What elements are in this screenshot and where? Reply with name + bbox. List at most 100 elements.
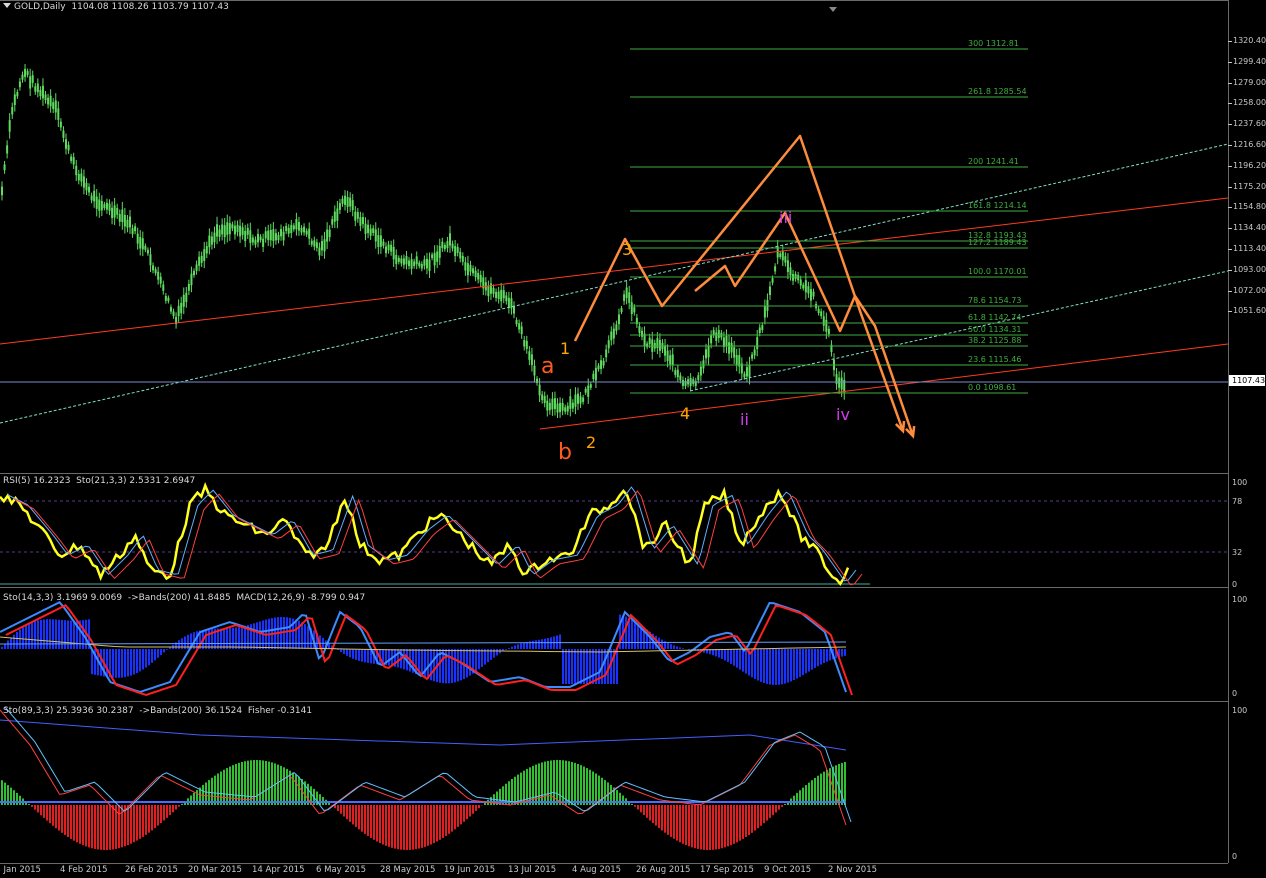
candle-body <box>617 314 620 325</box>
price-tick-mark <box>1228 311 1232 313</box>
indicator-tick-label: 0 <box>1232 580 1238 589</box>
price-tick-label: 1320.40 <box>1233 36 1266 45</box>
candle-body <box>707 345 710 358</box>
candle-body <box>620 308 623 312</box>
upper-trendline <box>0 197 1228 345</box>
indicator-tick-label: 0 <box>1232 852 1238 861</box>
candle-body <box>203 249 206 261</box>
symbol-name: GOLD,Daily <box>14 2 66 12</box>
wave-label: b <box>558 440 572 465</box>
candle-body <box>167 297 170 302</box>
lower-trendline <box>539 343 1228 430</box>
candle-body <box>822 316 825 326</box>
candle-body <box>149 254 152 266</box>
candle-body <box>628 292 631 303</box>
candle-body <box>469 264 472 272</box>
date-tick-label: 20 Mar 2015 <box>188 865 242 875</box>
candle-body <box>157 271 160 280</box>
candle-body <box>72 157 75 165</box>
candle-body <box>564 407 567 412</box>
candle-body <box>743 373 746 378</box>
candle-body <box>423 259 426 266</box>
candle-body <box>717 330 720 338</box>
candle-body <box>551 398 554 410</box>
candle-body <box>812 291 815 297</box>
rsi-stochastic-pane[interactable]: RSI(5) 16.2323 Sto(21,3,3) 2.5331 2.6947 <box>0 475 1228 588</box>
price-tick-label: 1072.00 <box>1233 285 1266 295</box>
candle-body <box>100 201 103 211</box>
candle-body <box>333 211 336 222</box>
candle-body <box>574 394 577 407</box>
candle-body <box>80 173 83 182</box>
candle-body <box>428 259 431 271</box>
chart-shift-handle-icon[interactable] <box>829 7 837 12</box>
candle-body <box>582 397 585 402</box>
candle-body <box>208 235 211 248</box>
candle-body <box>154 269 157 274</box>
candle-body <box>228 223 231 235</box>
price-tick-mark <box>1228 290 1232 292</box>
candle-body <box>205 246 208 254</box>
fib-level-label: 78.6 1154.73 <box>968 296 1022 305</box>
candle-body <box>751 354 754 359</box>
bands-upper-line <box>0 719 847 751</box>
candle-body <box>210 236 213 245</box>
candle-body <box>827 328 830 335</box>
candle-body <box>239 225 242 237</box>
candle-body <box>492 288 495 294</box>
candle-body <box>198 256 201 266</box>
fisher-blue-line <box>4 706 852 823</box>
fisher-pane[interactable]: Sto(89,3,3) 25.3936 30.2387 ->Bands(200)… <box>0 705 1228 864</box>
candle-body <box>543 395 546 404</box>
candle-body <box>577 393 579 404</box>
candle-body <box>8 120 11 132</box>
price-tick-label: 1279.00 <box>1233 77 1266 87</box>
wave-label: iii <box>779 208 793 227</box>
candle-body <box>390 244 393 252</box>
candle-body <box>290 224 293 234</box>
price-tick-label: 1196.20 <box>1233 160 1266 170</box>
price-tick-mark <box>1228 82 1232 84</box>
fisher-header: Sto(89,3,3) 25.3936 30.2387 ->Bands(200)… <box>3 706 313 716</box>
symbol-header: GOLD,Daily 1104.08 1108.26 1103.79 1107.… <box>3 2 229 12</box>
price-chart-canvas <box>0 48 1228 439</box>
candle-body <box>459 251 462 259</box>
candle-body <box>26 71 29 76</box>
candle-body <box>825 319 828 332</box>
candle-body <box>65 139 67 149</box>
date-tick-label: 26 Aug 2015 <box>636 865 691 875</box>
candle-body <box>664 345 667 356</box>
candle-body <box>123 214 126 227</box>
ohlc-values: 1104.08 1108.26 1103.79 1107.43 <box>71 2 229 12</box>
macd-canvas <box>0 600 853 696</box>
candle-body <box>725 335 728 347</box>
candle-body <box>397 257 400 262</box>
candle-body <box>528 351 531 360</box>
projection-path <box>573 134 905 432</box>
price-tick-mark <box>1228 41 1232 42</box>
candle-body <box>840 377 843 390</box>
date-tick-label: 4 Feb 2015 <box>60 865 108 875</box>
price-chart-pane[interactable]: GOLD,Daily 1104.08 1108.26 1103.79 1107.… <box>0 0 1228 474</box>
price-tick-label: 1134.40 <box>1233 223 1266 233</box>
candle-body <box>761 325 764 330</box>
macd-pane[interactable]: Sto(14,3,3) 3.1969 9.0069 ->Bands(200) 4… <box>0 592 1228 702</box>
candle-body <box>280 228 283 237</box>
fib-level-label: 261.8 1285.54 <box>968 87 1027 96</box>
candle-body <box>671 354 674 366</box>
candle-body <box>489 283 492 294</box>
fib-level-label: 127.2 1189.43 <box>968 238 1027 247</box>
candle-body <box>111 207 114 219</box>
candle-body <box>318 247 321 256</box>
date-tick-label: 9 Oct 2015 <box>764 865 812 875</box>
candle-body <box>715 332 718 341</box>
price-tick-mark <box>1228 103 1232 105</box>
candle-body <box>605 349 608 358</box>
candle-body <box>1 186 3 196</box>
candle-body <box>77 173 80 181</box>
candle-body <box>420 264 423 269</box>
candle-body <box>648 337 651 345</box>
candle-body <box>328 229 331 237</box>
collapse-triangle-icon <box>3 3 11 8</box>
candle-body <box>753 349 756 356</box>
